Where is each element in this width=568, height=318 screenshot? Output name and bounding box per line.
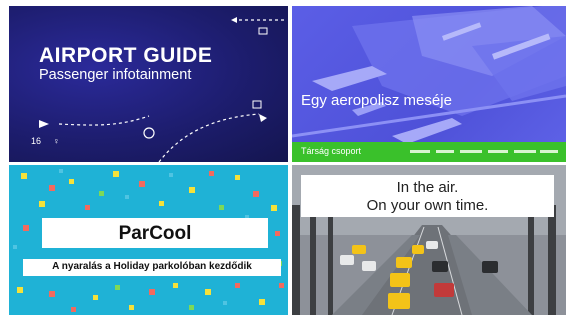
in-the-air-caption: In the air. On your own time. xyxy=(301,175,554,217)
clock-icon xyxy=(143,127,155,139)
svg-text:16: 16 xyxy=(31,136,41,146)
bag-icon xyxy=(252,100,262,109)
aeropolis-tile[interactable]: Egy aeropolisz meséje Társág csoport xyxy=(292,6,566,162)
airport-guide-title: AIRPORT GUIDE xyxy=(39,44,213,67)
airport-guide-graphics: 16 ♀ xyxy=(31,17,285,162)
aeropolis-bar-label: Társág csoport xyxy=(301,146,362,156)
airport-aerial-image xyxy=(292,6,566,144)
caption-line-1: In the air. xyxy=(396,179,459,196)
briefcase-icon xyxy=(258,27,268,35)
parcool-subtitle: A nyaralás a Holiday parkolóban kezdődik xyxy=(52,261,252,272)
partner-logos xyxy=(410,150,558,153)
parcool-tile[interactable]: ParCool A nyaralás a Holiday parkolóban … xyxy=(9,165,288,315)
parcool-title: ParCool xyxy=(118,223,192,244)
svg-text:♀: ♀ xyxy=(53,136,60,146)
in-the-air-tile[interactable]: In the air. On your own time. xyxy=(292,165,566,315)
aeropolis-footer-bar: Társág csoport xyxy=(292,142,566,162)
parcool-title-box: ParCool xyxy=(42,218,268,248)
caption-line-2: On your own time. xyxy=(366,197,489,214)
airplane-icon xyxy=(312,66,387,91)
airport-guide-subtitle: Passenger infotainment xyxy=(39,67,192,83)
aeropolis-title: Egy aeropolisz meséje xyxy=(301,92,452,109)
parcool-subtitle-box: A nyaralás a Holiday parkolóban kezdődik xyxy=(23,259,281,276)
airport-guide-tile[interactable]: 16 ♀ AIRPORT GUIDE Passenger infotainmen… xyxy=(9,6,288,162)
